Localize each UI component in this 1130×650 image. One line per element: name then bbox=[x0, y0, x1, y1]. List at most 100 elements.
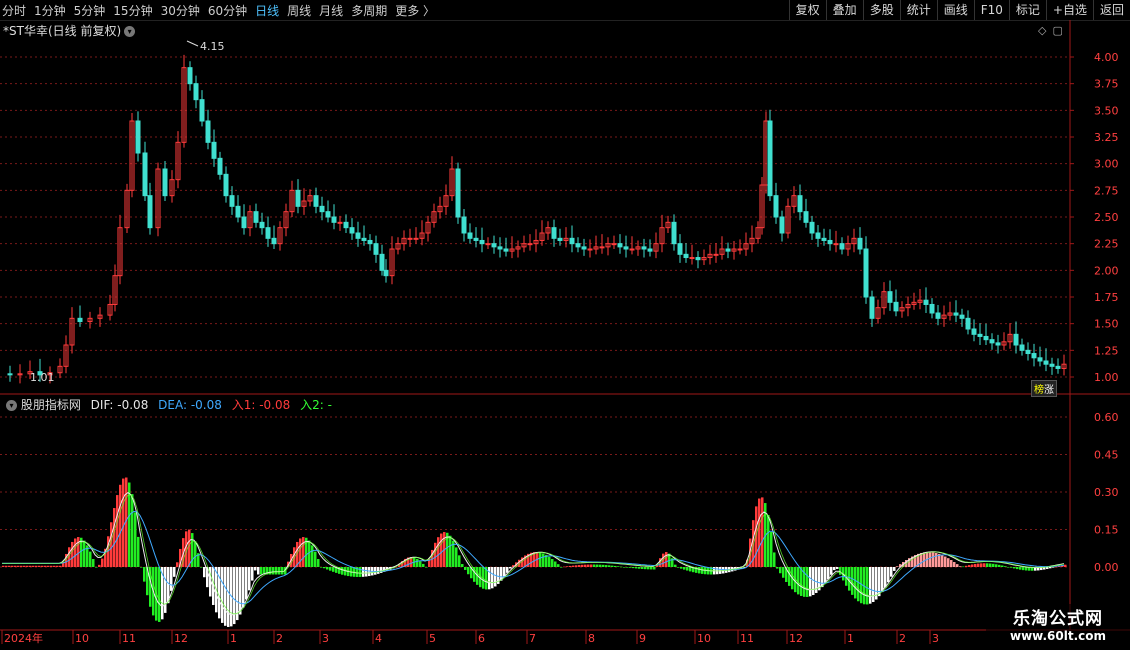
histogram-bar bbox=[170, 567, 173, 591]
histogram-bar bbox=[50, 565, 53, 567]
histogram-bar bbox=[488, 567, 491, 590]
histogram-bar bbox=[866, 567, 869, 605]
histogram-bar bbox=[857, 567, 860, 602]
histogram-bar bbox=[275, 567, 278, 575]
histogram-bar bbox=[590, 564, 593, 567]
candle-body bbox=[383, 269, 389, 277]
histogram-bar bbox=[566, 566, 569, 567]
time-axis-label: 11 bbox=[122, 632, 136, 645]
histogram-bar bbox=[509, 567, 512, 569]
histogram-bar bbox=[989, 563, 992, 567]
histogram-bar bbox=[896, 566, 899, 567]
histogram-bar bbox=[647, 567, 650, 570]
candle-body bbox=[935, 312, 941, 319]
histogram-bar bbox=[5, 565, 8, 567]
histogram-bar bbox=[260, 567, 263, 575]
candle-body bbox=[295, 189, 301, 207]
histogram-bar bbox=[932, 552, 935, 567]
indicator-tick-label: 0.60 bbox=[1094, 411, 1119, 424]
histogram-bar bbox=[281, 567, 284, 575]
candle-body bbox=[325, 211, 331, 218]
candle-body bbox=[1025, 349, 1031, 355]
candle-body bbox=[313, 195, 319, 207]
histogram-bar bbox=[23, 565, 26, 567]
histogram-bar bbox=[1013, 567, 1016, 569]
histogram-bar bbox=[1016, 567, 1019, 570]
histogram-bar bbox=[941, 555, 944, 567]
candle-body bbox=[959, 314, 965, 319]
candle-body bbox=[491, 243, 497, 248]
histogram-bar bbox=[587, 564, 590, 567]
candle-body bbox=[223, 173, 229, 197]
candle-body bbox=[135, 120, 141, 154]
histogram-bar bbox=[272, 567, 275, 575]
histogram-bar bbox=[935, 552, 938, 567]
histogram-bar bbox=[950, 560, 953, 567]
histogram-bar bbox=[242, 567, 245, 608]
histogram-bar bbox=[974, 563, 977, 567]
histogram-bar bbox=[380, 567, 383, 573]
candle-body bbox=[611, 243, 617, 246]
histogram-bar bbox=[635, 567, 638, 569]
candle-body bbox=[455, 168, 461, 218]
histogram-bar bbox=[689, 567, 692, 572]
histogram-bar bbox=[425, 567, 428, 568]
candle-body bbox=[331, 216, 337, 223]
histogram-bar bbox=[593, 564, 596, 567]
histogram-bar bbox=[641, 567, 644, 569]
histogram-bar bbox=[596, 564, 599, 567]
candle-body bbox=[373, 243, 379, 255]
candle-body bbox=[695, 257, 701, 261]
candle-body bbox=[77, 317, 83, 323]
candle-body bbox=[809, 221, 815, 234]
histogram-bar bbox=[365, 567, 368, 577]
candle-body bbox=[235, 205, 241, 218]
histogram-bar bbox=[644, 567, 647, 570]
histogram-bar bbox=[374, 567, 377, 575]
candle-body bbox=[581, 246, 587, 250]
histogram-bar bbox=[92, 559, 95, 567]
high-price-label: 4.15 bbox=[200, 40, 225, 53]
candle-body bbox=[887, 291, 893, 303]
histogram-bar bbox=[995, 564, 998, 567]
candle-body bbox=[773, 195, 779, 218]
histogram-bar bbox=[17, 565, 20, 567]
indicator-tick-label: 0.30 bbox=[1094, 486, 1119, 499]
candle-body bbox=[467, 232, 473, 239]
candle-body bbox=[229, 195, 235, 207]
histogram-bar bbox=[455, 547, 458, 567]
indicator-tick-label: 0.00 bbox=[1094, 561, 1119, 574]
histogram-bar bbox=[683, 567, 686, 570]
histogram-bar bbox=[44, 565, 47, 567]
histogram-bar bbox=[434, 542, 437, 567]
candle-body bbox=[253, 211, 259, 223]
histogram-bar bbox=[581, 564, 584, 567]
histogram-bar bbox=[233, 567, 236, 625]
histogram-bar bbox=[887, 567, 890, 583]
candle-body bbox=[857, 237, 863, 250]
candle-body bbox=[689, 257, 695, 260]
histogram-bar bbox=[113, 508, 116, 567]
histogram-bar bbox=[203, 567, 206, 578]
histogram-bar bbox=[329, 567, 332, 571]
histogram-bar bbox=[89, 551, 92, 567]
histogram-bar bbox=[158, 567, 161, 622]
histogram-bar bbox=[884, 567, 887, 588]
candle-body bbox=[737, 248, 743, 251]
histogram-bar bbox=[1064, 564, 1067, 567]
histogram-bar bbox=[767, 514, 770, 567]
histogram-bar bbox=[629, 567, 632, 568]
candle-body bbox=[965, 317, 971, 330]
candle-body bbox=[343, 221, 349, 229]
histogram-bar bbox=[32, 565, 35, 567]
histogram-bar bbox=[314, 551, 317, 567]
kline-chart[interactable]: 4.00 3.75 3.50 3.25 3.00 2.75 2.50 2.25 2.00 1.75… bbox=[0, 0, 1130, 650]
candle-body bbox=[929, 303, 935, 314]
histogram-bar bbox=[782, 567, 785, 578]
histogram-bar bbox=[119, 484, 122, 567]
histogram-bar bbox=[680, 567, 683, 569]
histogram-bar bbox=[278, 567, 281, 575]
ranking-badge[interactable]: 榜涨 bbox=[1031, 380, 1057, 397]
candle-body bbox=[641, 246, 647, 250]
histogram-bar bbox=[869, 567, 872, 604]
